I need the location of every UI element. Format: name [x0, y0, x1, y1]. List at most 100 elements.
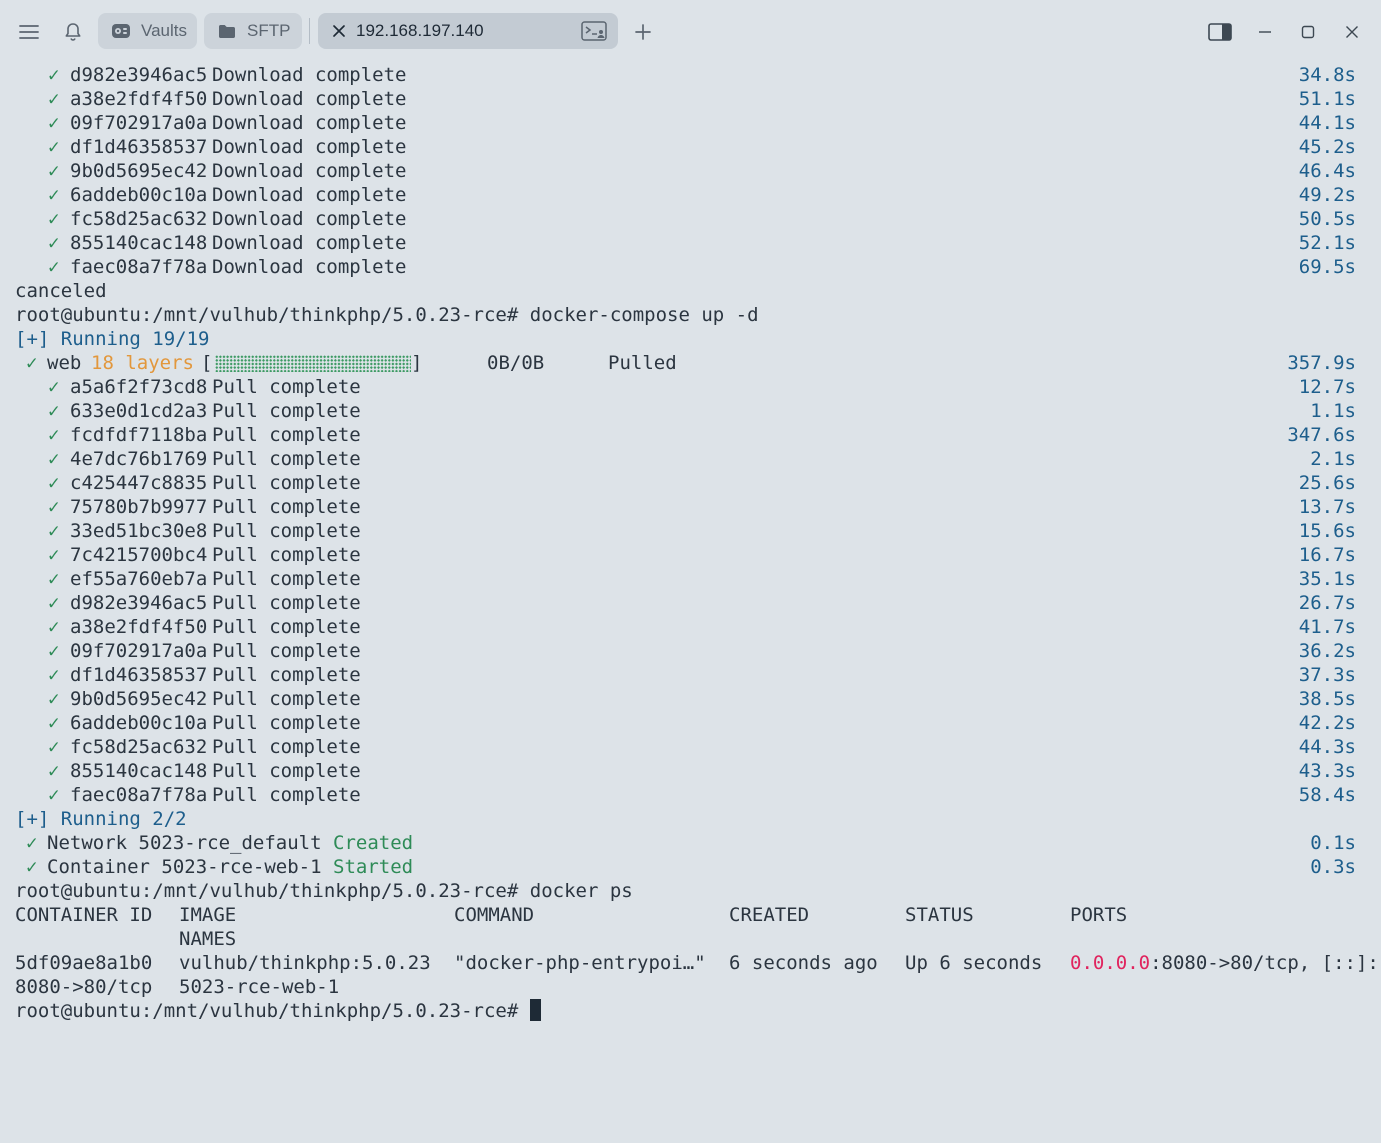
layers-count: 18 layers: [91, 352, 194, 374]
prompt-line-ps: root@ubuntu:/mnt/vulhub/thinkphp/5.0.23-…: [0, 879, 1381, 903]
layer-row: ✓ 9b0d5695ec42 Pull complete 38.5s: [0, 687, 1381, 711]
ps-header-row-wrap: NAMES: [179, 928, 237, 950]
layer-id: d982e3946ac5: [70, 592, 208, 614]
layer-id: 6addeb00c10a: [70, 712, 208, 734]
layer-id: fcdfdf7118ba: [70, 424, 208, 446]
layer-status: Pull complete: [212, 688, 361, 710]
ps-data-row-wrap: 8080->80/tcp 5023-rce-web-1: [15, 976, 340, 998]
layer-time: 13.7s: [1298, 496, 1356, 518]
layer-id: 75780b7b9977: [70, 496, 208, 518]
layer-time: 36.2s: [1298, 640, 1356, 662]
layer-id: 4e7dc76b1769: [70, 448, 208, 470]
layer-row: ✓ 855140cac148 Download complete 52.1s: [0, 231, 1381, 255]
tab-terminal-session[interactable]: 192.168.197.140: [318, 13, 618, 49]
check-icon: ✓: [48, 688, 60, 710]
layer-id: 855140cac148: [70, 760, 208, 782]
layer-id: a38e2fdf4f50: [70, 616, 208, 638]
layer-id: a38e2fdf4f50: [70, 88, 208, 110]
layer-time: 12.7s: [1298, 376, 1356, 398]
layer-status: Download complete: [212, 208, 407, 230]
tab-label: 192.168.197.140: [356, 21, 484, 40]
layer-time: 44.3s: [1298, 736, 1356, 758]
layer-id: 7c4215700bc4: [70, 544, 208, 566]
layer-time: 15.6s: [1298, 520, 1356, 542]
command-compose: docker-compose up -d: [529, 304, 759, 326]
ps-data-row: 5df09ae8a1b0 vulhub/thinkphp:5.0.23 "doc…: [15, 952, 1379, 974]
vault-icon: [110, 20, 132, 42]
layer-row: ✓ fcdfdf7118ba Pull complete 347.6s: [0, 423, 1381, 447]
layer-row: ✓ df1d46358537 Pull complete 37.3s: [0, 663, 1381, 687]
minimize-icon[interactable]: [1254, 21, 1276, 43]
layer-status: Download complete: [212, 160, 407, 182]
layer-time: 52.1s: [1298, 232, 1356, 254]
layer-id: 6addeb00c10a: [70, 184, 208, 206]
check-icon: ✓: [26, 832, 38, 854]
check-icon: ✓: [48, 544, 60, 566]
layer-row: ✓ fc58d25ac632 Pull complete 44.3s: [0, 735, 1381, 759]
layer-time: 58.4s: [1298, 784, 1356, 806]
check-icon: ✓: [48, 784, 60, 806]
layer-id: 09f702917a0a: [70, 112, 208, 134]
sidebar-toggle-icon[interactable]: [1207, 20, 1233, 44]
canceled-line: canceled: [15, 280, 107, 302]
layer-id: 9b0d5695ec42: [70, 160, 208, 182]
layer-row: ✓ df1d46358537 Download complete 45.2s: [0, 135, 1381, 159]
tab-sftp[interactable]: SFTP: [204, 13, 302, 49]
new-tab-button[interactable]: [632, 21, 654, 43]
tab-label: Vaults: [141, 21, 187, 40]
layer-status: Pull complete: [212, 520, 361, 542]
pull-progress-bar: [215, 355, 411, 372]
check-icon: ✓: [48, 712, 60, 734]
check-icon: ✓: [48, 232, 60, 254]
layer-time: 69.5s: [1298, 256, 1356, 278]
layer-row: ✓ fc58d25ac632 Download complete 50.5s: [0, 207, 1381, 231]
check-icon: ✓: [48, 64, 60, 86]
check-icon: ✓: [48, 256, 60, 278]
layer-id: faec08a7f78a: [70, 784, 208, 806]
check-icon: ✓: [48, 112, 60, 134]
prompt: root@ubuntu:/mnt/vulhub/thinkphp/5.0.23-…: [15, 880, 530, 902]
layer-status: Download complete: [212, 88, 407, 110]
prompt-line-compose: root@ubuntu:/mnt/vulhub/thinkphp/5.0.23-…: [0, 303, 1381, 327]
layer-time: 1.1s: [1310, 400, 1356, 422]
check-icon: ✓: [48, 496, 60, 518]
layer-row: ✓ 6addeb00c10a Download complete 49.2s: [0, 183, 1381, 207]
layer-row: ✓ a5a6f2f73cd8 Pull complete 12.7s: [0, 375, 1381, 399]
tab-close-icon[interactable]: [328, 20, 350, 42]
layer-id: 09f702917a0a: [70, 640, 208, 662]
layer-id: fc58d25ac632: [70, 736, 208, 758]
layer-time: 34.8s: [1298, 64, 1356, 86]
layer-row: ✓ 633e0d1cd2a3 Pull complete 1.1s: [0, 399, 1381, 423]
close-icon[interactable]: [1341, 21, 1363, 43]
layer-status: Pull complete: [212, 712, 361, 734]
layer-status: Download complete: [212, 64, 407, 86]
prompt: root@ubuntu:/mnt/vulhub/thinkphp/5.0.23-…: [15, 1000, 530, 1022]
layer-row: ✓ ef55a760eb7a Pull complete 35.1s: [0, 567, 1381, 591]
tab-vaults[interactable]: Vaults: [98, 13, 197, 49]
layer-id: 9b0d5695ec42: [70, 688, 208, 710]
layer-status: Pull complete: [212, 736, 361, 758]
layer-time: 2.1s: [1310, 448, 1356, 470]
check-icon: ✓: [48, 400, 60, 422]
check-icon: ✓: [48, 616, 60, 638]
check-icon: ✓: [48, 640, 60, 662]
maximize-icon[interactable]: [1297, 21, 1319, 43]
bell-icon[interactable]: [62, 21, 84, 43]
terminal-output[interactable]: ✓ d982e3946ac5 Download complete 34.8s ✓ a38e…: [0, 63, 1381, 1048]
layer-status: Download complete: [212, 256, 407, 278]
check-icon: ✓: [26, 352, 38, 374]
layer-time: 16.7s: [1298, 544, 1356, 566]
command-ps: docker ps: [529, 880, 633, 902]
layer-status: Pull complete: [212, 400, 361, 422]
layer-status: Pull complete: [212, 496, 361, 518]
layer-id: c425447c8835: [70, 472, 208, 494]
layer-id: ef55a760eb7a: [70, 568, 208, 590]
layer-status: Pull complete: [212, 424, 361, 446]
layer-time: 37.3s: [1298, 664, 1356, 686]
check-icon: ✓: [48, 136, 60, 158]
layer-time: 26.7s: [1298, 592, 1356, 614]
ports-ip: 0.0.0.0: [1070, 952, 1151, 974]
prompt-line-current[interactable]: root@ubuntu:/mnt/vulhub/thinkphp/5.0.23-…: [0, 999, 1381, 1023]
terminal-icon: [581, 21, 607, 46]
menu-icon[interactable]: [17, 21, 41, 43]
